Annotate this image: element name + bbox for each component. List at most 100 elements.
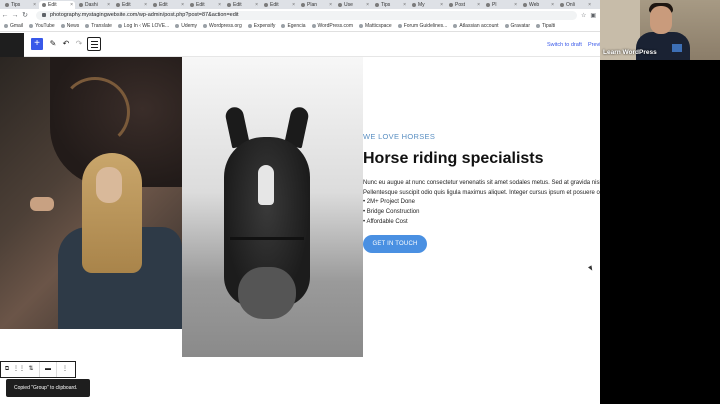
bookmark-item[interactable]: Egencia <box>281 23 306 29</box>
drag-handle-icon[interactable]: ⋮⋮ <box>13 362 25 377</box>
close-icon[interactable]: × <box>218 2 221 8</box>
switch-to-draft-link[interactable]: Switch to draft <box>547 42 582 48</box>
snackbar-notice[interactable]: Copied "Group" to clipboard. <box>6 379 90 397</box>
bookmark-item[interactable]: Gravatar <box>504 23 530 29</box>
more-options-icon[interactable]: ⋮ <box>59 362 71 377</box>
bookmark-item[interactable]: Translate <box>85 23 112 29</box>
browser-tab[interactable]: Edit × <box>150 1 186 9</box>
bookmark-item[interactable]: Wordpress.org <box>203 23 242 29</box>
browser-tab[interactable]: Use × <box>335 1 371 9</box>
tab-label: Dashi <box>85 2 98 8</box>
group-block-icon[interactable]: ⧉ <box>1 362 13 377</box>
lock-icon <box>42 13 46 17</box>
move-up-down-icon[interactable]: ⇅ <box>25 362 37 377</box>
bookmark-item[interactable]: Matticspace <box>359 23 392 29</box>
close-icon[interactable]: × <box>181 2 184 8</box>
preview-button[interactable]: Previ <box>588 42 601 48</box>
browser-tab[interactable]: Edit × <box>39 1 75 9</box>
editor-canvas: WE LOVE HORSES Horse riding specialists … <box>0 57 672 404</box>
back-icon[interactable]: ← <box>0 12 10 19</box>
bookmark-favicon-icon <box>535 24 540 28</box>
bookmark-label: Log In ‹ WE LOVE... <box>123 23 170 29</box>
reload-icon[interactable]: ↻ <box>20 11 30 19</box>
right-black-panel <box>600 0 720 404</box>
woman-with-horse-image[interactable] <box>0 57 182 329</box>
url-input[interactable]: photography.mystagingwebsite.com/wp-admi… <box>36 10 577 20</box>
list-item: • Affordable Cost <box>363 219 408 225</box>
tab-favicon-icon <box>79 3 83 7</box>
forward-icon[interactable]: → <box>10 12 20 19</box>
browser-tab[interactable]: Edit × <box>113 1 149 9</box>
section-kicker[interactable]: WE LOVE HORSES <box>363 132 435 141</box>
bookmark-item[interactable]: YouTube <box>29 23 55 29</box>
close-icon[interactable]: × <box>477 2 480 8</box>
bookmark-item[interactable]: Udemy <box>175 23 197 29</box>
close-icon[interactable]: × <box>144 2 147 8</box>
bookmark-item[interactable]: Gmail <box>4 23 23 29</box>
close-icon[interactable]: × <box>588 2 591 8</box>
wordpress-badge-icon <box>672 44 682 52</box>
tab-favicon-icon <box>375 3 379 7</box>
mouse-cursor-icon <box>588 265 594 272</box>
browser-tab[interactable]: Tips × <box>2 1 38 9</box>
bookmark-label: Udemy <box>181 23 198 29</box>
redo-icon[interactable]: ↷ <box>74 38 84 50</box>
get-in-touch-button[interactable]: GET IN TOUCH <box>363 235 427 253</box>
add-block-button[interactable]: + <box>31 38 43 50</box>
editor-toolbar: + ✎ ↶ ↷ Switch to draft Previ <box>0 33 601 57</box>
bookmarks-bar: Gmail YouTube News Translate Log In ‹ WE LOV… <box>0 21 600 32</box>
tab-favicon-icon <box>486 3 490 7</box>
tab-label: Edit <box>122 2 131 8</box>
browser-tab[interactable]: Post × <box>446 1 482 9</box>
browser-tab[interactable]: Edit × <box>261 1 297 9</box>
close-icon[interactable]: × <box>292 2 295 8</box>
bookmark-favicon-icon <box>85 24 90 28</box>
close-icon[interactable]: × <box>255 2 258 8</box>
bookmark-item[interactable]: Atlassian account <box>453 23 499 29</box>
browser-tab[interactable]: My × <box>409 1 445 9</box>
bookmark-label: Forum Guidelines... <box>403 23 448 29</box>
bookmark-item[interactable]: WordPress.com <box>311 23 353 29</box>
bookmark-item[interactable]: Expensify <box>247 23 275 29</box>
close-icon[interactable]: × <box>329 2 332 8</box>
browser-tab[interactable]: Web × <box>520 1 556 9</box>
bookmark-item[interactable]: Tipalti <box>535 23 555 29</box>
align-icon[interactable]: ▬ <box>42 362 54 377</box>
bookmark-item[interactable]: Log In ‹ WE LOVE... <box>117 23 170 29</box>
edit-pencil-icon[interactable]: ✎ <box>48 38 58 50</box>
section-heading[interactable]: Horse riding specialists <box>363 150 544 168</box>
extensions-icon[interactable]: ▣ <box>590 12 596 19</box>
bookmark-favicon-icon <box>247 24 252 28</box>
bookmark-label: Atlassian account <box>459 23 499 29</box>
close-icon[interactable]: × <box>33 2 36 8</box>
bookmark-star-icon[interactable]: ☆ <box>581 12 586 19</box>
bookmark-label: Egencia <box>287 23 306 29</box>
wordpress-logo-button[interactable] <box>0 33 24 57</box>
list-view-button[interactable] <box>87 37 101 51</box>
close-icon[interactable]: × <box>551 2 554 8</box>
bookmark-favicon-icon <box>311 24 316 28</box>
list-item: • 2M+ Project Done <box>363 199 415 205</box>
bookmark-favicon-icon <box>397 24 402 28</box>
horse-portrait-image[interactable] <box>182 57 363 357</box>
close-icon[interactable]: × <box>514 2 517 8</box>
browser-tab[interactable]: Dashi × <box>76 1 112 9</box>
bookmark-item[interactable]: Forum Guidelines... <box>397 23 448 29</box>
feature-list[interactable]: • 2M+ Project Done • Bridge Construction… <box>363 197 419 227</box>
close-icon[interactable]: × <box>403 2 406 8</box>
undo-icon[interactable]: ↶ <box>61 38 71 50</box>
browser-tab[interactable]: Tips × <box>372 1 408 9</box>
tab-label: Tips <box>381 2 391 8</box>
close-icon[interactable]: × <box>440 2 443 8</box>
close-icon[interactable]: × <box>70 2 73 8</box>
browser-tab[interactable]: Onli × <box>557 1 593 9</box>
tab-label: Edit <box>196 2 205 8</box>
bookmark-item[interactable]: News <box>60 23 79 29</box>
close-icon[interactable]: × <box>107 2 110 8</box>
browser-tab[interactable]: Plan × <box>298 1 334 9</box>
close-icon[interactable]: × <box>366 2 369 8</box>
url-text: photography.mystagingwebsite.com/wp-admi… <box>50 12 239 18</box>
browser-tab[interactable]: Edit × <box>224 1 260 9</box>
browser-tab[interactable]: Pl × <box>483 1 519 9</box>
browser-tab[interactable]: Edit × <box>187 1 223 9</box>
